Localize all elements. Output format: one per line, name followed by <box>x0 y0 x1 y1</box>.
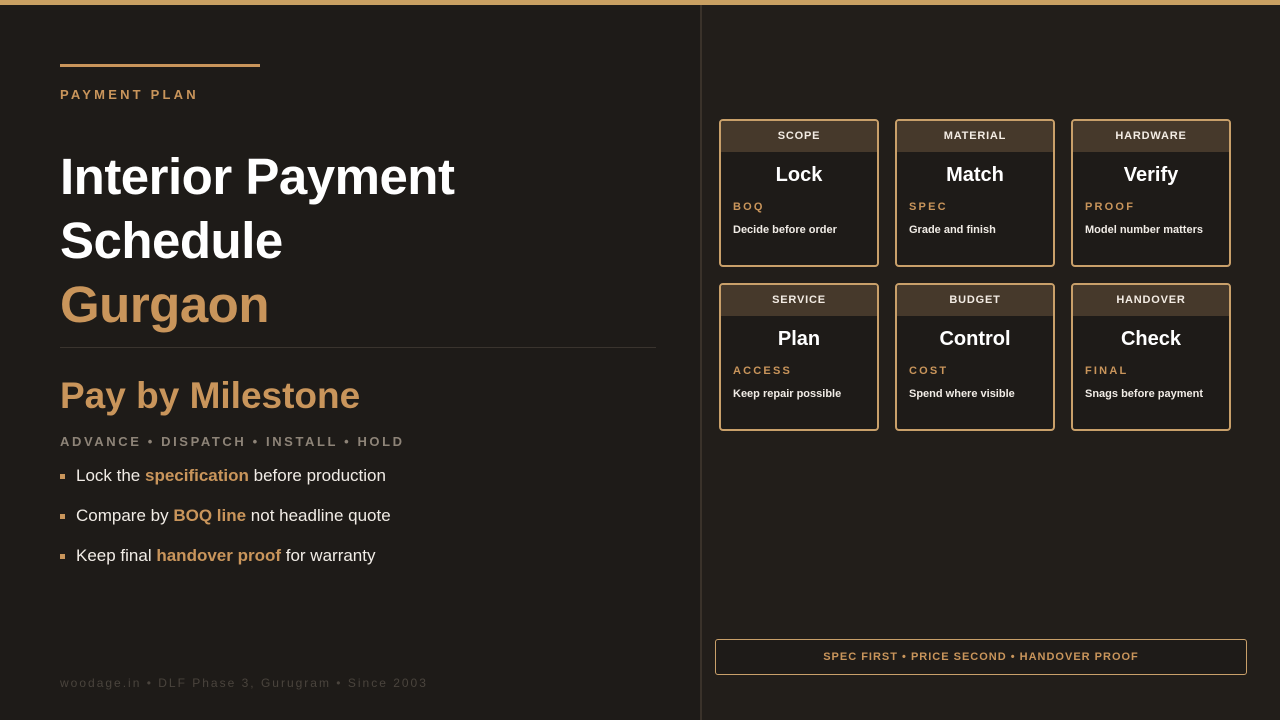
subtitle: Pay by Milestone <box>60 375 361 416</box>
card-header: HARDWARE <box>1073 121 1229 152</box>
card-tag: PROOF <box>1085 201 1136 213</box>
left-panel: PAYMENT PLAN Interior Payment Schedule G… <box>0 5 700 720</box>
card-scope: SCOPE Lock BOQ Decide before order <box>719 119 879 267</box>
card-header: SCOPE <box>721 121 877 152</box>
footer-note: woodage.in • DLF Phase 3, Gurugram • Sin… <box>60 676 428 690</box>
card-tag: BOQ <box>733 201 765 213</box>
card-header: MATERIAL <box>897 121 1053 152</box>
card-hardware: HARDWARE Verify PROOF Model number matte… <box>1071 119 1231 267</box>
bullet-square-icon <box>60 514 65 519</box>
bullet-highlight: BOQ line <box>173 506 247 525</box>
bullet-text: Lock the specification before production <box>76 466 386 485</box>
kicker-label: PAYMENT PLAN <box>60 87 199 102</box>
card-title: Match <box>946 164 1004 186</box>
slide: PAYMENT PLAN Interior Payment Schedule G… <box>0 0 1280 720</box>
card-material: MATERIAL Match SPEC Grade and finish <box>895 119 1055 267</box>
card-description: Keep repair possible <box>733 388 842 400</box>
card-title: Control <box>939 328 1011 350</box>
card-header: HANDOVER <box>1073 285 1229 316</box>
bullet-square-icon <box>60 554 65 559</box>
page-title: Interior Payment Schedule Gurgaon <box>60 145 660 337</box>
bullet-highlight: handover proof <box>156 546 282 565</box>
card-budget: BUDGET Control COST Spend where visible <box>895 283 1055 431</box>
card-header: SERVICE <box>721 285 877 316</box>
card-handover: HANDOVER Check FINAL Snags before paymen… <box>1071 283 1231 431</box>
card-description: Decide before order <box>733 224 837 236</box>
principle-banner: SPEC FIRST • PRICE SECOND • HANDOVER PRO… <box>715 639 1247 675</box>
card-title: Lock <box>775 164 823 186</box>
card-header: BUDGET <box>897 285 1053 316</box>
card-title: Plan <box>777 328 821 350</box>
card-description: Grade and finish <box>909 224 996 236</box>
bullet-text: Keep final handover proof for warranty <box>76 546 376 565</box>
card-tag: COST <box>909 365 949 377</box>
title-line-1: Interior Payment <box>60 148 455 205</box>
card-description: Spend where visible <box>909 388 1015 400</box>
milestone-steps: ADVANCE • DISPATCH • INSTALL • HOLD <box>60 434 405 449</box>
card-service: SERVICE Plan ACCESS Keep repair possible <box>719 283 879 431</box>
bullet-text: Compare by BOQ line not headline quote <box>76 506 391 525</box>
card-title: Verify <box>1123 164 1179 186</box>
card-tag: SPEC <box>909 201 948 213</box>
title-city: Gurgaon <box>60 276 270 333</box>
card-tag: ACCESS <box>733 365 793 377</box>
bullet-square-icon <box>60 474 65 479</box>
title-line-2: Schedule <box>60 212 283 269</box>
card-description: Snags before payment <box>1085 388 1203 400</box>
card-tag: FINAL <box>1085 365 1129 377</box>
bullet-highlight: specification <box>145 466 249 485</box>
accent-line <box>60 64 260 67</box>
card-title: Check <box>1120 328 1182 350</box>
section-divider <box>60 347 656 348</box>
card-description: Model number matters <box>1085 224 1203 236</box>
